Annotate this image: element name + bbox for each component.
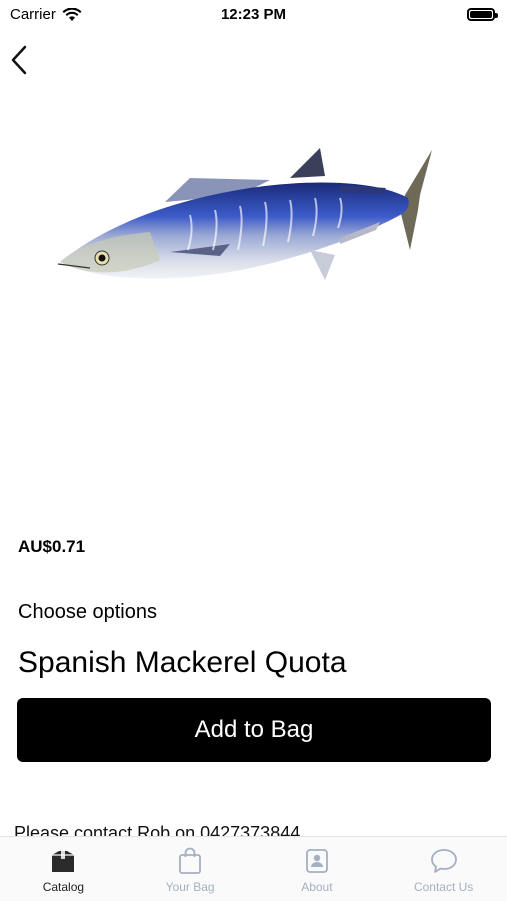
chevron-left-icon	[11, 45, 27, 75]
status-bar: Carrier 12:23 PM	[0, 0, 507, 30]
add-to-bag-button[interactable]: Add to Bag	[17, 698, 491, 762]
tab-about[interactable]: About	[254, 837, 381, 901]
tab-your-bag-label: Your Bag	[165, 880, 215, 894]
status-time: 12:23 PM	[220, 6, 287, 23]
choose-options-label: Choose options	[18, 601, 157, 623]
tab-catalog-label: Catalog	[42, 880, 85, 894]
product-title: Spanish Mackerel Quota	[18, 646, 347, 679]
tab-about-label: About	[301, 880, 333, 894]
about-icon	[305, 849, 328, 873]
chat-bubble-icon	[430, 849, 457, 873]
tab-contact-us-label: Contact Us	[413, 880, 474, 894]
battery-icon	[467, 8, 498, 21]
tab-contact-us[interactable]: Contact Us	[380, 837, 507, 901]
tab-catalog[interactable]: Catalog	[0, 837, 127, 901]
back-button[interactable]	[8, 44, 32, 76]
spanish-mackerel-image	[57, 148, 432, 280]
bag-icon	[179, 847, 202, 874]
tab-bar: Catalog Your Bag About Contact Us	[0, 836, 507, 901]
catalog-box-icon	[52, 851, 75, 872]
tab-your-bag[interactable]: Your Bag	[127, 837, 254, 901]
product-price: AU$0.71	[18, 537, 86, 556]
